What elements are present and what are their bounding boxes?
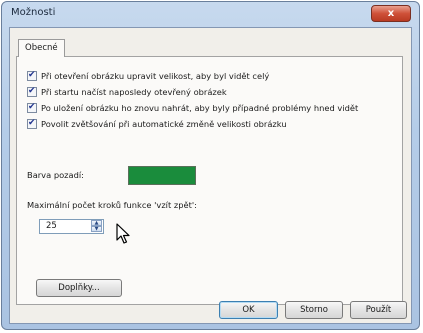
close-button[interactable]: x [371, 5, 411, 22]
check-icon: ✔ [28, 86, 36, 96]
background-color-label: Barva pozadí: [27, 170, 84, 180]
check-icon: ✔ [28, 102, 36, 112]
check-icon: ✔ [28, 70, 36, 80]
checkbox-resize-on-open[interactable]: ✔ [27, 70, 37, 81]
tab-panel-general: ✔ Při otevření obrázku upravit velikost,… [16, 56, 403, 305]
option-resize-on-open[interactable]: ✔ Při otevření obrázku upravit velikost,… [27, 70, 269, 82]
background-color-swatch[interactable] [128, 166, 196, 185]
option-label: Při startu načíst naposledy otevřený obr… [41, 87, 227, 97]
undo-steps-spinner[interactable]: 25 ▲ ▼ [39, 219, 104, 234]
tab-general[interactable]: Obecné [18, 39, 65, 57]
close-icon: x [387, 8, 395, 19]
checkbox-allow-enlarge[interactable]: ✔ [27, 118, 37, 129]
option-reload-after-save[interactable]: ✔ Po uložení obrázku ho znovu nahrát, ab… [27, 102, 358, 114]
addons-button[interactable]: Doplňky... [36, 279, 122, 297]
option-label: Při otevření obrázku upravit velikost, a… [41, 71, 270, 81]
option-load-last-image[interactable]: ✔ Při startu načíst naposledy otevřený o… [27, 86, 227, 98]
undo-steps-label: Maximální počet kroků funkce 'vzít zpět'… [27, 200, 197, 210]
option-allow-enlarge[interactable]: ✔ Povolit zvětšování při automatické změ… [27, 118, 287, 130]
dialog-title: Možnosti [11, 7, 56, 18]
dialog-client-area: Obecné ✔ Při otevření obrázku upravit ve… [9, 27, 412, 324]
options-dialog: Možnosti x Obecné ✔ Při otevření obrázku… [1, 1, 420, 330]
option-label: Po uložení obrázku ho znovu nahrát, aby … [41, 103, 359, 113]
checkbox-reload-after-save[interactable]: ✔ [27, 102, 37, 113]
check-icon: ✔ [28, 118, 36, 128]
spin-down-icon[interactable]: ▼ [91, 226, 102, 232]
checkbox-load-last-image[interactable]: ✔ [27, 86, 37, 97]
undo-steps-value[interactable]: 25 [46, 221, 57, 231]
apply-button[interactable]: Použít [350, 301, 407, 319]
mouse-cursor-icon [116, 223, 130, 244]
option-label: Povolit zvětšování při automatické změně… [41, 119, 287, 129]
cancel-button[interactable]: Storno [285, 301, 343, 319]
ok-button[interactable]: OK [219, 301, 278, 319]
